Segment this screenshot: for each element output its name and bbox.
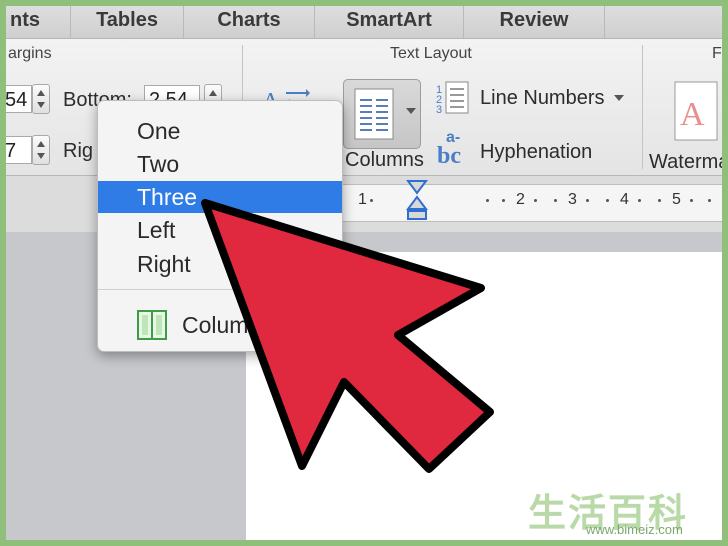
- watermark-url: www.bimeiz.com: [586, 522, 683, 537]
- pointer-arrow-icon: [201, 199, 494, 473]
- app-window: nts Tables Charts SmartArt Review argins…: [6, 6, 722, 540]
